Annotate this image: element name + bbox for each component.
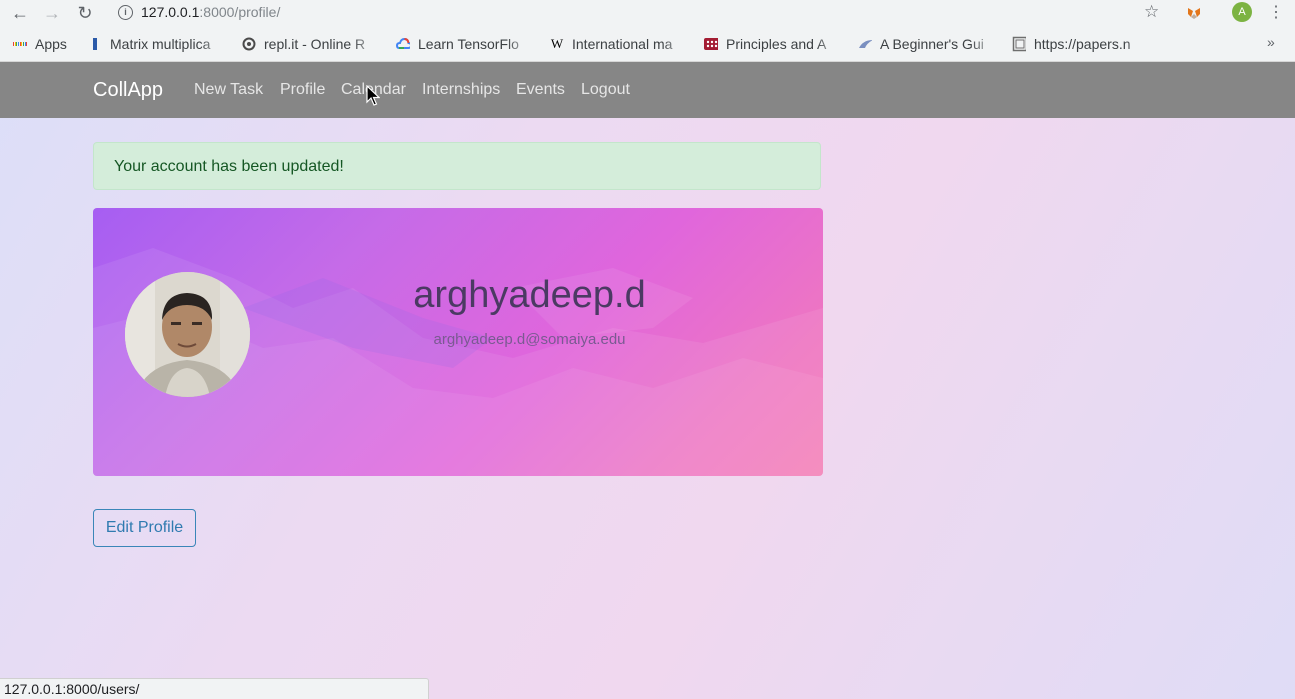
profile-avatar[interactable]: A bbox=[1232, 2, 1252, 22]
more-bookmarks-icon[interactable]: » bbox=[1267, 34, 1275, 50]
profile-username: arghyadeep.d bbox=[413, 274, 646, 316]
bookmark-item[interactable]: Apps bbox=[13, 35, 83, 53]
success-alert: Your account has been updated! bbox=[93, 142, 821, 190]
nav-link-logout[interactable]: Logout bbox=[581, 81, 630, 99]
mouse-cursor-icon bbox=[366, 85, 380, 106]
page-icon bbox=[1012, 36, 1026, 52]
bookmark-item[interactable]: Learn TensorFlo bbox=[396, 35, 534, 53]
page-body: CollApp New Task Profile Calendar Intern… bbox=[0, 62, 1295, 699]
bookmark-favicon-icon bbox=[858, 37, 872, 51]
bookmark-label: https://papers.n bbox=[1034, 36, 1131, 52]
bookmark-label: A Beginner's Gui bbox=[880, 36, 984, 52]
nav-link-internships[interactable]: Internships bbox=[422, 81, 500, 99]
bookmark-favicon-icon bbox=[88, 37, 102, 51]
metamask-extension-icon[interactable] bbox=[1186, 5, 1202, 21]
brand-link[interactable]: CollApp bbox=[93, 79, 163, 102]
edit-profile-button[interactable]: Edit Profile bbox=[93, 509, 196, 547]
replit-icon bbox=[242, 37, 256, 51]
nav-link-profile[interactable]: Profile bbox=[280, 81, 325, 99]
bookmark-label: Learn TensorFlo bbox=[418, 36, 519, 52]
browser-toolbar: ← → ↻ i 127.0.0.1:8000/profile/ ☆ A ⋮ bbox=[0, 0, 1295, 26]
url-path: :8000/profile/ bbox=[199, 4, 281, 20]
profile-card: arghyadeep.d arghyadeep.d@somaiya.edu bbox=[93, 208, 823, 476]
nav-link-new-task[interactable]: New Task bbox=[194, 81, 263, 99]
nav-link-events[interactable]: Events bbox=[516, 81, 565, 99]
reload-icon[interactable]: ↻ bbox=[74, 2, 96, 24]
menu-kebab-icon[interactable]: ⋮ bbox=[1268, 2, 1284, 22]
bookmark-label: Apps bbox=[35, 36, 67, 52]
back-arrow-icon[interactable]: ← bbox=[9, 2, 31, 24]
bookmark-item[interactable]: W International ma bbox=[550, 35, 690, 53]
bookmarks-bar: Apps Matrix multiplica repl.it - Online … bbox=[0, 26, 1295, 62]
book-favicon-icon bbox=[704, 37, 718, 51]
bookmark-star-icon[interactable]: ☆ bbox=[1144, 2, 1159, 22]
address-bar[interactable]: i 127.0.0.1:8000/profile/ bbox=[118, 4, 280, 20]
url-host: 127.0.0.1 bbox=[141, 4, 200, 20]
bookmark-item[interactable]: A Beginner's Gui bbox=[858, 35, 998, 53]
info-icon[interactable]: i bbox=[118, 4, 133, 20]
bookmark-item[interactable]: Matrix multiplica bbox=[88, 35, 228, 53]
bookmark-label: repl.it - Online R bbox=[264, 36, 366, 52]
bookmark-item[interactable]: Principles and A bbox=[704, 35, 844, 53]
status-bar-url: 127.0.0.1:8000/users/ bbox=[0, 678, 429, 699]
bookmark-label: Matrix multiplica bbox=[110, 36, 211, 52]
bookmark-item[interactable]: repl.it - Online R bbox=[242, 35, 380, 53]
bookmark-label: Principles and A bbox=[726, 36, 827, 52]
bookmark-label: International ma bbox=[572, 36, 673, 52]
bookmark-item[interactable]: https://papers.n bbox=[1012, 35, 1152, 53]
site-navbar: CollApp New Task Profile Calendar Intern… bbox=[0, 62, 1295, 118]
google-cloud-icon bbox=[396, 37, 410, 51]
profile-email: arghyadeep.d@somaiya.edu bbox=[433, 331, 626, 348]
forward-arrow-icon[interactable]: → bbox=[41, 2, 63, 24]
wikipedia-icon: W bbox=[550, 36, 564, 51]
apps-grid-icon bbox=[13, 37, 28, 51]
